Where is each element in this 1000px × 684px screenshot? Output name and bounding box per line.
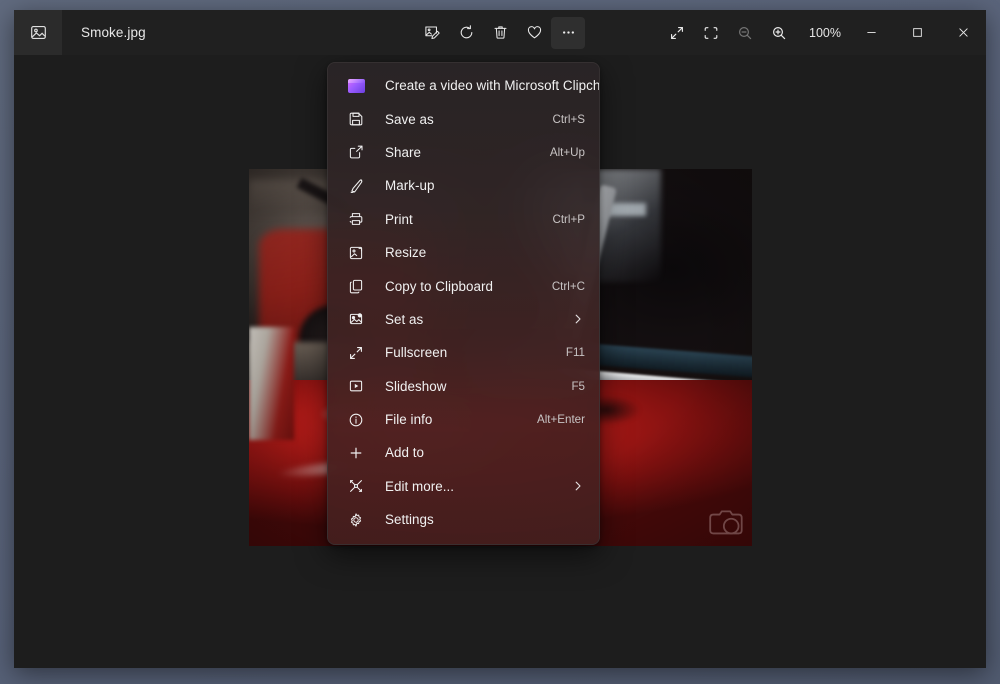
menu-item-label: Slideshow: [385, 378, 447, 394]
menu-item-accelerator: Ctrl+C: [551, 279, 585, 293]
save-icon: [346, 109, 366, 129]
menu-item-accelerator: Alt+Enter: [536, 413, 585, 427]
window-right-controls: 100%: [660, 10, 986, 55]
menu-item-copy-to-clipboard[interactable]: Copy to Clipboard Ctrl+C: [328, 269, 599, 302]
edit-image-button[interactable]: [415, 17, 449, 49]
menu-item-set-as[interactable]: Set as: [328, 303, 599, 336]
menu-item-slideshow[interactable]: Slideshow F5: [328, 370, 599, 403]
info-icon: [346, 410, 366, 430]
menu-item-print[interactable]: Print Ctrl+P: [328, 203, 599, 236]
menu-item-accelerator: F5: [571, 379, 585, 393]
menu-item-label: File info: [385, 412, 433, 428]
menu-item-label: Edit more...: [385, 478, 455, 494]
favorite-button[interactable]: [517, 17, 551, 49]
copy-icon: [346, 276, 366, 296]
menu-item-edit-more[interactable]: Edit more...: [328, 470, 599, 503]
menu-item-accelerator: Alt+Up: [549, 145, 585, 159]
photo-viewer-canvas[interactable]: Create a video with Microsoft Clipchamp …: [14, 55, 986, 668]
plus-icon: [346, 443, 366, 463]
menu-item-label: Share: [385, 144, 421, 160]
menu-item-label: Add to: [385, 445, 425, 461]
edit-more-icon: [346, 476, 366, 496]
fullscreen-button[interactable]: [660, 17, 694, 49]
menu-item-label: Print: [385, 211, 413, 227]
menu-item-add-to[interactable]: Add to: [328, 436, 599, 469]
share-icon: [346, 142, 366, 162]
rotate-button[interactable]: [449, 17, 483, 49]
menu-item-label: Copy to Clipboard: [385, 278, 494, 294]
menu-item-save-as[interactable]: Save as Ctrl+S: [328, 102, 599, 135]
fullscreen-icon: [346, 343, 366, 363]
app-icon[interactable]: [14, 10, 62, 55]
markup-pen-icon: [346, 176, 366, 196]
fit-to-window-button[interactable]: [694, 17, 728, 49]
camera-watermark-icon: [706, 505, 748, 543]
menu-item-create-video[interactable]: Create a video with Microsoft Clipchamp: [328, 69, 599, 102]
photos-app-window: Smoke.jpg 100% Create a video with Micro…: [14, 10, 986, 668]
menu-item-settings[interactable]: Settings: [328, 503, 599, 536]
delete-button[interactable]: [483, 17, 517, 49]
menu-item-label: Settings: [385, 512, 434, 528]
menu-item-label: Set as: [385, 311, 424, 327]
slideshow-icon: [346, 376, 366, 396]
menu-item-label: Resize: [385, 245, 427, 261]
menu-item-resize[interactable]: Resize: [328, 236, 599, 269]
menu-item-file-info[interactable]: File info Alt+Enter: [328, 403, 599, 436]
menu-item-label: Save as: [385, 111, 434, 127]
menu-item-label: Mark-up: [385, 178, 435, 194]
desktop-background: Smoke.jpg 100% Create a video with Micro…: [0, 0, 1000, 684]
zoom-out-button[interactable]: [728, 17, 762, 49]
set-as-icon: [346, 309, 366, 329]
menu-item-label: Fullscreen: [385, 345, 448, 361]
menu-item-accelerator: Ctrl+S: [552, 112, 585, 126]
menu-item-markup[interactable]: Mark-up: [328, 169, 599, 202]
printer-icon: [346, 209, 366, 229]
more-options-menu[interactable]: Create a video with Microsoft Clipchamp …: [327, 62, 600, 546]
zoom-in-button[interactable]: [762, 17, 796, 49]
command-bar: [415, 10, 585, 55]
menu-item-accelerator: F11: [565, 346, 585, 360]
clipchamp-icon: [346, 76, 366, 96]
menu-item-accelerator: Ctrl+P: [552, 212, 585, 226]
maximize-button[interactable]: [894, 10, 940, 55]
gear-icon: [346, 510, 366, 530]
zoom-level-label: 100%: [809, 25, 841, 40]
file-name-title: Smoke.jpg: [81, 25, 146, 40]
menu-item-fullscreen[interactable]: Fullscreen F11: [328, 336, 599, 369]
chevron-right-icon: [571, 479, 585, 493]
menu-item-share[interactable]: Share Alt+Up: [328, 136, 599, 169]
more-options-button[interactable]: [551, 16, 585, 49]
resize-icon: [346, 243, 366, 263]
chevron-right-icon: [571, 312, 585, 326]
close-button[interactable]: [940, 10, 986, 55]
minimize-button[interactable]: [848, 10, 894, 55]
menu-item-label: Create a video with Microsoft Clipchamp: [385, 78, 600, 94]
title-bar: Smoke.jpg 100%: [14, 10, 986, 55]
